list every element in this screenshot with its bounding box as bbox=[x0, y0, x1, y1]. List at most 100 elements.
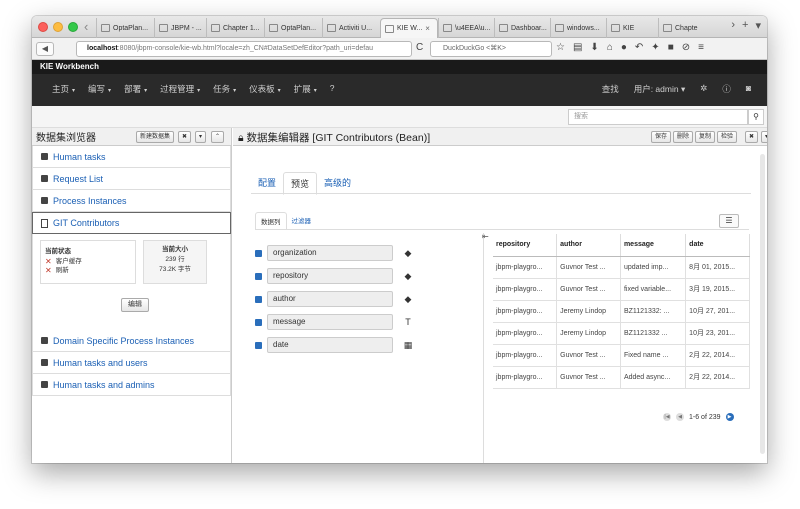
minimize-window-button[interactable] bbox=[53, 22, 63, 32]
nav-menu-item[interactable]: 仪表板 ▾ bbox=[249, 83, 281, 95]
table-header[interactable]: repository bbox=[493, 234, 558, 257]
nav-menu-item[interactable]: 任务 ▾ bbox=[213, 83, 236, 95]
collapse-left-icon[interactable]: ⇤ bbox=[482, 232, 489, 241]
text-type-icon[interactable]: T bbox=[403, 317, 413, 327]
dataset-list-item[interactable]: Human tasks bbox=[32, 146, 231, 168]
dataset-list-item[interactable]: Human tasks and users bbox=[32, 352, 231, 374]
editor-tab[interactable]: 配置 bbox=[251, 172, 283, 195]
download-icon[interactable]: ⬇ bbox=[590, 42, 598, 53]
tag-icon[interactable]: ◆ bbox=[403, 271, 413, 282]
editor-menu-icon[interactable]: ▾ bbox=[761, 131, 767, 143]
tab-list-icon[interactable]: ▾ bbox=[755, 19, 761, 32]
close-window-button[interactable] bbox=[38, 22, 48, 32]
preview-subtab[interactable]: 过滤器 bbox=[287, 212, 317, 230]
panel-close-icon[interactable]: ✖ bbox=[178, 131, 192, 143]
search-icon[interactable]: ⚲ bbox=[748, 109, 764, 125]
column-checkbox[interactable] bbox=[255, 318, 262, 326]
chat-icon[interactable]: ● bbox=[621, 42, 627, 53]
find-link[interactable]: 查找 bbox=[602, 83, 619, 95]
browser-tab[interactable]: \u4EEA\u... bbox=[438, 18, 494, 38]
shield-icon[interactable]: ⊘ bbox=[682, 42, 690, 53]
bookmark-star-icon[interactable]: ☆ bbox=[556, 42, 565, 53]
editor-tab[interactable]: 预览 bbox=[283, 172, 318, 195]
editor-tab[interactable]: 高级的 bbox=[317, 172, 358, 195]
reload-icon[interactable]: C bbox=[416, 42, 423, 53]
nav-menu-item[interactable]: 过程管理 ▾ bbox=[160, 83, 200, 95]
browser-tab[interactable]: OptaPlan... bbox=[264, 18, 322, 38]
browser-tab[interactable]: KIE W... × bbox=[380, 18, 438, 38]
table-row[interactable]: jbpm-playgro... Jeremy Lindop BZ1121332: .… bbox=[493, 300, 750, 323]
info-icon[interactable]: ⓘ bbox=[722, 83, 731, 95]
browser-tab[interactable]: OptaPlan... bbox=[96, 18, 154, 38]
nav-menu-item[interactable]: 部署 ▾ bbox=[124, 83, 147, 95]
column-checkbox[interactable] bbox=[255, 249, 262, 257]
nav-menu-item[interactable]: 编写 ▾ bbox=[88, 83, 111, 95]
tab-scroll-left-icon[interactable]: ‹ bbox=[84, 19, 88, 34]
table-header[interactable]: message bbox=[620, 234, 687, 257]
dataset-list-item[interactable]: Domain Specific Process Instances bbox=[32, 330, 231, 352]
help-icon[interactable]: ? bbox=[330, 83, 335, 95]
tab-scroll-right-icon[interactable]: › bbox=[731, 19, 735, 32]
url-field[interactable]: localhost:8080/jbpm-console/kie-wb.html?… bbox=[76, 41, 412, 57]
column-name-field[interactable]: date bbox=[267, 337, 393, 353]
table-row[interactable]: jbpm-playgro... Guvnor Test ... updated im… bbox=[493, 256, 750, 279]
table-row[interactable]: jbpm-playgro... Guvnor Test ... fixed vari… bbox=[493, 278, 750, 301]
duckduckgo-search-field[interactable]: DuckDuckGo <⌘K> bbox=[430, 41, 552, 57]
column-checkbox[interactable] bbox=[255, 295, 262, 303]
browser-tab[interactable]: windows... bbox=[550, 18, 606, 38]
reading-list-icon[interactable]: ▤ bbox=[573, 42, 582, 53]
prev-page-icon[interactable]: ◀ bbox=[676, 413, 684, 421]
preview-subtab[interactable]: 数据列 bbox=[255, 212, 287, 230]
copy-button[interactable]: 复制 bbox=[695, 131, 716, 143]
calendar-icon[interactable]: ▦ bbox=[403, 340, 413, 351]
next-page-icon[interactable]: ▶ bbox=[725, 413, 734, 421]
column-name-field[interactable]: author bbox=[267, 291, 393, 307]
tag-icon[interactable]: ◆ bbox=[403, 294, 413, 305]
nav-menu-item[interactable]: 扩展 ▾ bbox=[294, 83, 317, 95]
dataset-list-item[interactable]: Process Instances bbox=[32, 190, 231, 212]
delete-button[interactable]: 删除 bbox=[673, 131, 694, 143]
vertical-scrollbar[interactable] bbox=[760, 154, 765, 454]
column-name-field[interactable]: message bbox=[267, 314, 393, 330]
first-page-icon[interactable]: |◀ bbox=[663, 413, 671, 421]
browser-tab[interactable]: Activiti U... bbox=[322, 18, 380, 38]
validate-button[interactable]: 检验 bbox=[717, 131, 738, 143]
back-button[interactable]: ◀ bbox=[36, 42, 54, 56]
browser-tab[interactable]: Chapter bbox=[658, 18, 698, 38]
camera-icon[interactable]: ◙ bbox=[746, 83, 751, 95]
dataset-list-item[interactable]: Human tasks and admins bbox=[32, 374, 231, 396]
addon-icon[interactable]: ■ bbox=[668, 42, 674, 53]
browser-tab[interactable]: Chapter 1... bbox=[206, 18, 264, 38]
app-search-input[interactable]: 搜索 bbox=[568, 109, 748, 125]
list-menu-icon[interactable]: ☰ bbox=[719, 214, 739, 228]
browser-tab[interactable]: JBPM - ... bbox=[154, 18, 206, 38]
dataset-list-item[interactable]: Request List bbox=[32, 168, 231, 190]
edit-button[interactable]: 编辑 bbox=[121, 298, 149, 312]
column-name-field[interactable]: repository bbox=[267, 268, 393, 284]
home-icon[interactable]: ⌂ bbox=[607, 42, 613, 53]
column-checkbox[interactable] bbox=[255, 341, 262, 349]
close-tab-icon[interactable]: × bbox=[425, 24, 430, 33]
table-row[interactable]: jbpm-playgro... Guvnor Test ... Added asyn… bbox=[493, 366, 750, 389]
maximize-window-button[interactable] bbox=[68, 22, 78, 32]
panel-menu-icon[interactable]: ▾ bbox=[195, 131, 207, 143]
table-row[interactable]: jbpm-playgro... Jeremy Lindop BZ1121332 ..… bbox=[493, 322, 750, 345]
user-menu[interactable]: 用户: admin ▾ bbox=[634, 83, 686, 95]
nav-menu-item[interactable]: 主页 ▾ bbox=[52, 83, 75, 95]
splitter[interactable] bbox=[483, 233, 484, 463]
new-tab-icon[interactable]: + bbox=[742, 19, 748, 32]
settings-gear-icon[interactable]: ✲ bbox=[700, 83, 707, 95]
browser-tab[interactable]: Dashboar... bbox=[494, 18, 550, 38]
column-name-field[interactable]: organization bbox=[267, 245, 393, 261]
save-button[interactable]: 保存 bbox=[651, 131, 672, 143]
table-header[interactable]: author bbox=[556, 234, 621, 257]
panel-collapse-icon[interactable]: ⌃ bbox=[211, 131, 225, 143]
hamburger-menu-icon[interactable]: ≡ bbox=[698, 42, 704, 53]
browser-tab[interactable]: KIE bbox=[606, 18, 658, 38]
column-checkbox[interactable] bbox=[255, 272, 262, 280]
new-dataset-button[interactable]: 新建数据集 bbox=[136, 131, 175, 143]
table-row[interactable]: jbpm-playgro... Guvnor Test ... Fixed name… bbox=[493, 344, 750, 367]
extension-icon[interactable]: ✦ bbox=[651, 42, 659, 53]
tag-icon[interactable]: ◆ bbox=[403, 248, 413, 259]
dataset-item-git-contributors[interactable]: GIT Contributors bbox=[32, 212, 231, 234]
